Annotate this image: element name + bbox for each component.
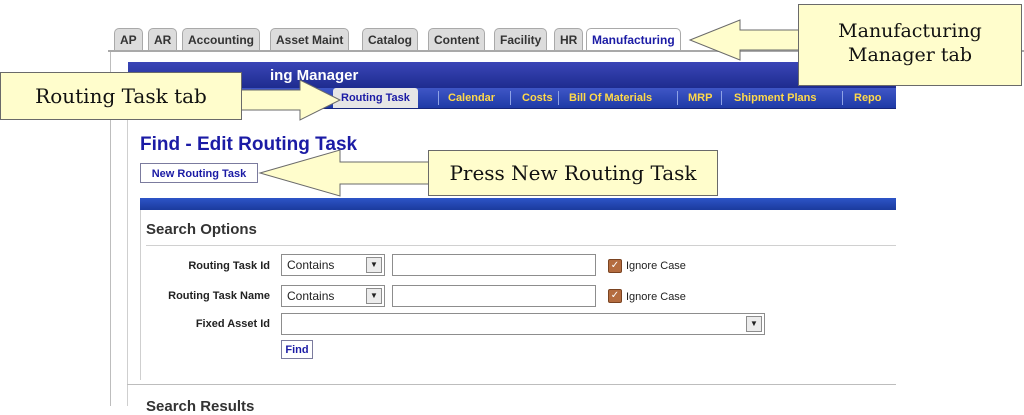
callout-manufacturing-manager-text: Manufacturing Manager tab <box>838 20 982 66</box>
callout-routing-task-text: Routing Task tab <box>35 84 207 108</box>
new-routing-task-arrow <box>258 149 431 197</box>
routing-task-arrow <box>239 79 342 121</box>
callout-press-new: Press New Routing Task <box>428 150 718 196</box>
manufacturing-arrow <box>688 19 801 61</box>
callout-routing-task: Routing Task tab <box>0 72 242 120</box>
callout-press-new-text: Press New Routing Task <box>449 161 697 185</box>
callout-manufacturing-manager: Manufacturing Manager tab <box>798 4 1022 86</box>
